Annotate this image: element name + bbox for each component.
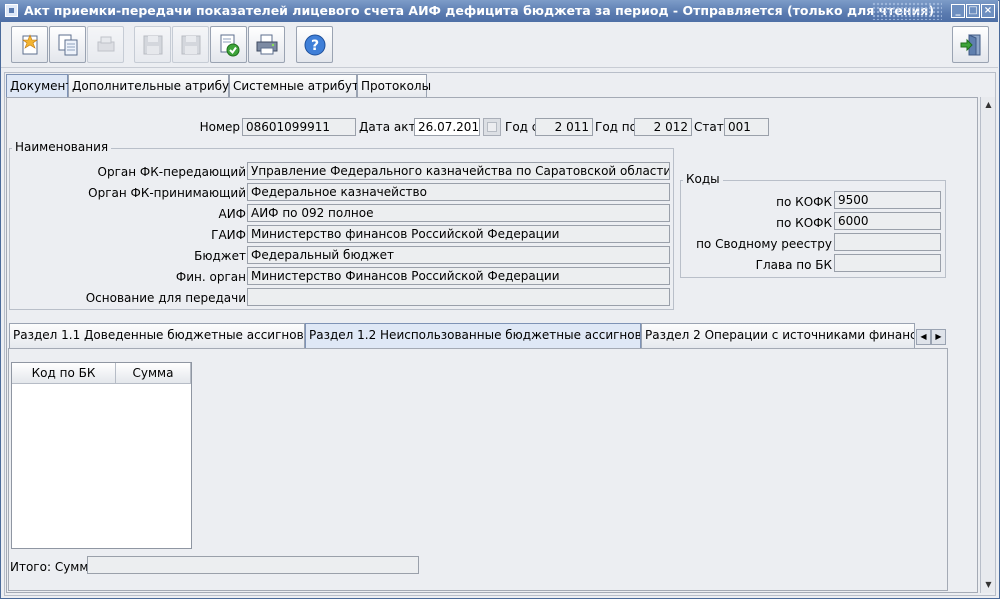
help-icon: ? [304, 34, 326, 56]
number-field[interactable]: 08601099911 [242, 118, 356, 136]
assignments-table[interactable]: Код по БК Сумма [11, 362, 192, 549]
save-as-button[interactable] [172, 26, 209, 63]
subtab-scroll-right-button[interactable]: ▶ [931, 329, 946, 345]
kofk-1-field[interactable]: 9500 [834, 191, 941, 209]
arrow-left-icon: ◀ [920, 332, 927, 341]
fin-organ-label: Фин. орган [175, 270, 246, 284]
tab-document[interactable]: Документ [6, 74, 72, 97]
budget-field[interactable]: Федеральный бюджет [247, 246, 670, 264]
subtab-section-1-1[interactable]: Раздел 1.1 Доведенные бюджетные ассигнов… [9, 323, 305, 348]
app-icon [5, 4, 18, 17]
receiving-fk-label: Орган ФК-принимающий [88, 186, 246, 200]
status-field[interactable]: 001 [724, 118, 769, 136]
scroll-up-icon[interactable]: ▲ [982, 98, 995, 111]
column-header-bk-code[interactable]: Код по БК [12, 363, 116, 384]
save-as-icon [181, 35, 201, 55]
year-from-label: Год с [505, 120, 539, 134]
names-group-title: Наименования [12, 140, 112, 154]
calendar-button[interactable] [483, 118, 501, 136]
sending-fk-field[interactable]: Управление Федерального казначейства по … [247, 162, 670, 180]
codes-group-title: Коды [683, 172, 723, 186]
kofk-2-label: по КОФК [776, 216, 832, 230]
gaif-label: ГАИФ [211, 228, 246, 242]
status-label: Стат. [694, 120, 728, 134]
consolidated-registry-label: по Сводному реестру [696, 237, 832, 251]
transfer-basis-field[interactable] [247, 288, 670, 306]
bk-chapter-label: Глава по БК [755, 258, 832, 272]
number-label: Номер [199, 120, 240, 134]
vertical-scrollbar[interactable]: ▲ ▼ [980, 97, 995, 593]
svg-text:?: ? [311, 38, 319, 54]
aif-field[interactable]: АИФ по 092 полное [247, 204, 670, 222]
totals-sum-field[interactable] [87, 556, 419, 574]
maximize-button[interactable]: □ [966, 4, 980, 18]
subtab-section-2[interactable]: Раздел 2 Операции с источниками финанси.… [641, 323, 915, 348]
year-to-label: Год по [595, 120, 637, 134]
printer-icon [256, 34, 278, 55]
aif-label: АИФ [218, 207, 246, 221]
minimize-button[interactable]: _ [951, 4, 965, 18]
copy-document-button[interactable] [49, 26, 86, 63]
kofk-1-label: по КОФК [776, 195, 832, 209]
totals-label: Итого: Сумма [10, 560, 96, 574]
title-bar-decoration [872, 2, 942, 20]
subtab-scroll-left-button[interactable]: ◀ [916, 329, 931, 345]
calendar-icon [487, 122, 497, 132]
help-button[interactable]: ? [296, 26, 333, 63]
fin-organ-field[interactable]: Министерство Финансов Российской Федерац… [247, 267, 670, 285]
title-bar[interactable]: Акт приемки-передачи показателей лицевог… [0, 0, 998, 22]
arrow-right-icon: ▶ [935, 332, 942, 341]
date-field[interactable]: 26.07.2011 [414, 118, 480, 136]
print-disabled-icon [97, 36, 115, 52]
budget-label: Бюджет [194, 249, 246, 263]
toolbar: ? [1, 22, 998, 68]
exit-icon [960, 34, 981, 56]
check-document-icon [220, 34, 240, 57]
sending-fk-label: Орган ФК-передающий [97, 165, 246, 179]
year-from-field[interactable]: 2 011 [535, 118, 593, 136]
new-document-button[interactable] [11, 26, 48, 63]
copy-document-icon [58, 34, 78, 56]
save-button[interactable] [134, 26, 171, 63]
transfer-basis-label: Основание для передачи [85, 291, 246, 305]
save-icon [143, 35, 163, 55]
print-disabled-button[interactable] [87, 26, 124, 63]
check-document-button[interactable] [210, 26, 247, 63]
year-to-field[interactable]: 2 012 [634, 118, 692, 136]
tab-protocols[interactable]: Протоколы [357, 74, 431, 97]
subtab-section-1-2[interactable]: Раздел 1.2 Неиспользованные бюджетные ас… [305, 323, 641, 348]
tab-system-attributes[interactable]: Системные атрибуты [229, 74, 368, 97]
printer-button[interactable] [248, 26, 285, 63]
bk-chapter-field[interactable] [834, 254, 941, 272]
tab-additional-attributes[interactable]: Дополнительные атрибуты [68, 74, 246, 97]
receiving-fk-field[interactable]: Федеральное казначейство [247, 183, 670, 201]
consolidated-registry-field[interactable] [834, 233, 941, 251]
new-document-icon [22, 34, 38, 55]
scroll-down-icon[interactable]: ▼ [982, 578, 995, 591]
column-header-sum[interactable]: Сумма [116, 363, 191, 384]
kofk-2-field[interactable]: 6000 [834, 212, 941, 230]
window-title: Акт приемки-передачи показателей лицевог… [24, 3, 935, 18]
exit-button[interactable] [952, 26, 989, 63]
gaif-field[interactable]: Министерство финансов Российской Федерац… [247, 225, 670, 243]
close-button[interactable]: × [981, 4, 995, 18]
